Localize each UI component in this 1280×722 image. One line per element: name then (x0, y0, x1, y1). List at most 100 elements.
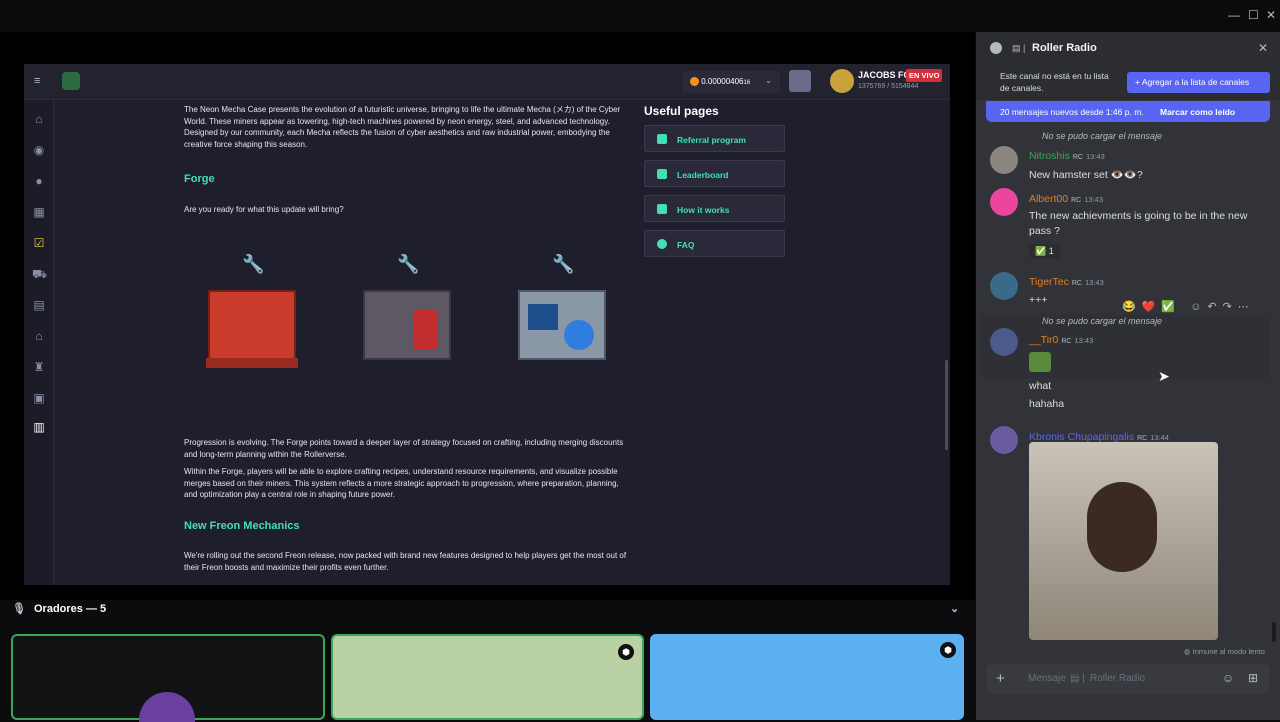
channel-icon: ▤ | (1012, 43, 1026, 53)
avatar[interactable] (990, 272, 1018, 300)
thread-icon (990, 42, 1002, 54)
reply-failed-text: No se pudo cargar el mensaje (1042, 316, 1163, 326)
forge-within-text: Within the Forge, players will be able t… (184, 467, 619, 499)
timestamp: 13:43 (1085, 152, 1105, 161)
live-badge: EN VIVO (906, 69, 943, 82)
wallet-icon[interactable] (789, 70, 811, 92)
window-titlebar: — ☐ ✕ (0, 0, 1280, 32)
shield-icon: ⬢ (618, 644, 634, 660)
link-label: Referral program (677, 135, 746, 145)
wrench-icon: 🔧 (242, 254, 265, 274)
maximize-icon[interactable]: ☐ (1248, 8, 1259, 22)
bitcoin-icon (690, 77, 699, 86)
workbench-blue-image: 🔧 (516, 254, 608, 374)
forge-heading: Forge (184, 173, 215, 185)
question-icon (657, 239, 667, 249)
scrollbar[interactable] (945, 360, 948, 450)
minimize-icon[interactable]: — (1228, 8, 1240, 22)
username[interactable]: __Tir0 (1029, 334, 1058, 346)
chat-scrollbar[interactable] (1272, 622, 1276, 642)
message: Nitroshis RC 13:43 New hamster set 👁️👁️? (1029, 146, 1143, 181)
message-text: hahaha (1029, 398, 1065, 410)
message: Albert00 RC 13:43 The new achievments is g… (1029, 189, 1269, 259)
avatar[interactable] (990, 426, 1018, 454)
message: __Tir0 RC 13:43 what hahaha (1029, 330, 1093, 410)
message-input[interactable]: + Mensaje ▤ | Roller Radio ☺ ⊞ (986, 664, 1270, 694)
tasks-icon[interactable]: ☑ (32, 236, 46, 250)
chat-panel: ▤ | Roller Radio ✕ Este canal no está en… (976, 32, 1280, 720)
store-icon[interactable]: ▤ (32, 298, 46, 312)
avatar[interactable] (990, 328, 1018, 356)
message: TigerTec RC 13:43 +++ (1029, 272, 1104, 306)
shield-icon: ⬢ (940, 642, 956, 658)
rc-badge: RC (1071, 280, 1082, 287)
message-actions[interactable]: 😂❤️✅ ☺↶↷⋯ (1122, 300, 1255, 313)
avatar[interactable] (990, 146, 1018, 174)
username[interactable]: Nitroshis (1029, 150, 1070, 162)
message-text: New hamster set 👁️👁️? (1029, 169, 1143, 181)
speaker-tile[interactable]: ⬢ (331, 634, 644, 720)
mark-read-button[interactable]: Marcar como leído (1160, 107, 1235, 117)
add-channel-button[interactable]: + Agregar a la lista de canales (1127, 72, 1270, 93)
calendar-icon[interactable]: ▦ (32, 205, 46, 219)
referral-program-link[interactable]: Referral program (644, 125, 785, 152)
avatar[interactable] (990, 188, 1018, 216)
channel-notice: Este canal no está en tu lista de canale… (976, 66, 1280, 100)
logo[interactable] (62, 72, 80, 90)
chevron-down-icon[interactable]: ⌄ (950, 602, 959, 615)
home-icon[interactable]: ⌂ (32, 112, 46, 126)
chevron-down-icon: ⌄ (765, 76, 772, 85)
site-header: ≡ 0.0000040616 ⌄ JACOBS FC EN VIVO 13757… (24, 64, 950, 100)
username[interactable]: TigerTec (1029, 276, 1069, 288)
new-messages-bar[interactable]: 20 mensajes nuevos desde 1:46 p. m. Marc… (986, 101, 1270, 122)
message-text: +++ (1029, 294, 1048, 306)
timestamp: 13:43 (1074, 336, 1094, 345)
add-attachment-icon[interactable]: + (996, 670, 1005, 687)
reply-failed-text: No se pudo cargar el mensaje (1042, 131, 1163, 141)
faq-link[interactable]: FAQ (644, 230, 785, 257)
message-text: The new achievments is going to be in th… (1029, 210, 1248, 237)
balance-selector[interactable]: 0.0000040616 ⌄ (682, 71, 780, 93)
timestamp: 13:43 (1084, 195, 1104, 204)
leaderboard-link[interactable]: Leaderboard (644, 160, 785, 187)
apps-icon[interactable]: ⊞ (1248, 671, 1258, 685)
gamepad-icon (657, 204, 667, 214)
speaker-tile[interactable]: ⬢ (650, 634, 964, 720)
speaker-tile[interactable] (11, 634, 325, 722)
speakers-bar[interactable]: 🎙 Oradores — 5 ⌄ (0, 600, 975, 620)
emoji-icon[interactable]: ☺ (1222, 671, 1234, 685)
close-icon[interactable]: ✕ (1258, 41, 1268, 55)
referral-icon (657, 134, 667, 144)
channel-name: Roller Radio (1032, 42, 1097, 54)
trophy-icon[interactable]: ♜ (32, 360, 46, 374)
freon-text: We're rolling out the second Freon relea… (184, 551, 627, 572)
rc-badge: RC (1072, 154, 1083, 161)
input-placeholder: Mensaje (1028, 673, 1066, 684)
progression-text: Progression is evolving. The Forge point… (184, 438, 624, 459)
avatar[interactable] (830, 69, 854, 93)
cart-icon[interactable]: ⛟ (32, 267, 47, 281)
forge-question: Are you ready for what this update will … (184, 204, 344, 214)
rollercoin-site: ≡ 0.0000040616 ⌄ JACOBS FC EN VIVO 13757… (24, 64, 950, 585)
news-icon[interactable]: ▥ (32, 420, 46, 434)
factory-icon[interactable]: ▣ (32, 391, 46, 405)
workbench-red-image: 🔧 (206, 254, 298, 374)
speakers-label: Oradores — 5 (34, 603, 107, 615)
user-stats: 1375769 / 5154844 (858, 83, 919, 90)
close-window-icon[interactable]: ✕ (1266, 8, 1276, 22)
gif-image[interactable] (1029, 442, 1218, 640)
how-it-works-link[interactable]: How it works (644, 195, 785, 222)
rc-badge: RC (1071, 197, 1082, 204)
profile-icon[interactable]: ● (32, 174, 46, 188)
leaderboard-icon (657, 169, 667, 179)
timestamp: 13:43 (1085, 278, 1104, 287)
username[interactable]: Albert00 (1029, 193, 1068, 205)
bank-icon[interactable]: ⌂ (32, 329, 46, 343)
menu-icon[interactable]: ≡ (34, 75, 40, 87)
slow-mode-label: Inmune al modo lento (1192, 647, 1265, 656)
link-label: How it works (677, 205, 730, 215)
gamepad-icon[interactable]: ◉ (32, 143, 46, 157)
wrench-icon: 🔧 (397, 254, 420, 274)
reaction[interactable]: ✅ 1 (1029, 244, 1060, 259)
balance-suffix: 16 (743, 80, 751, 86)
